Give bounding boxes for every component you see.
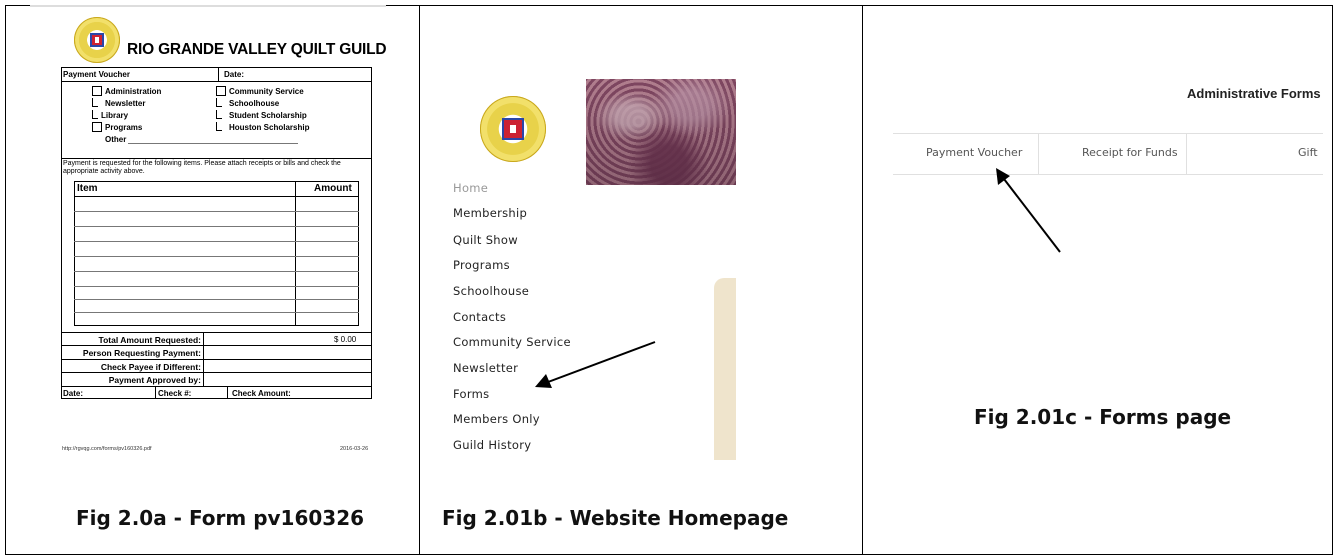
arrow-to-payment-voucher [1003, 178, 1061, 253]
arrow-to-forms [547, 341, 656, 383]
annotation-arrows [535, 168, 1061, 388]
